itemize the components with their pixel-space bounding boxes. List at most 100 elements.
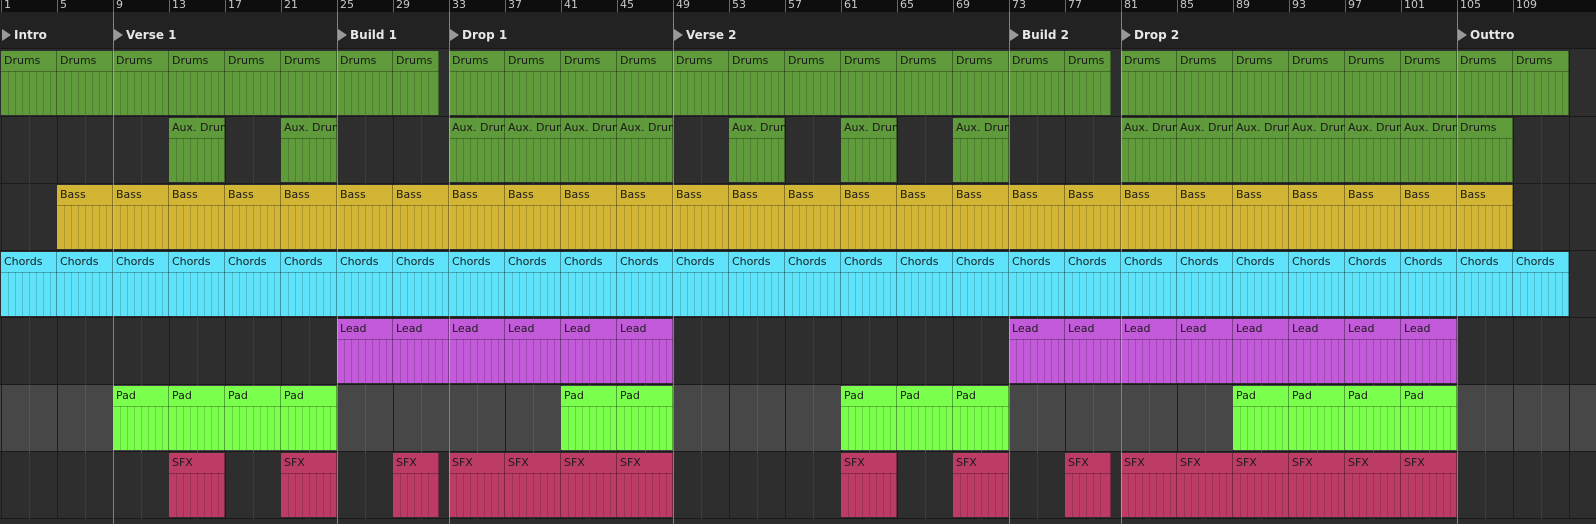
clip-chords[interactable]: Chords	[1121, 252, 1177, 316]
clip-aux[interactable]: Aux. Drums	[841, 118, 897, 182]
clip-sfx[interactable]: SFX	[1289, 453, 1345, 517]
clip-sfx[interactable]: SFX	[841, 453, 897, 517]
clip-drums[interactable]: Drums	[561, 51, 617, 115]
clip-bass[interactable]: Bass	[897, 185, 953, 249]
clip-drums[interactable]: Drums	[1065, 51, 1111, 115]
clip-pad[interactable]: Pad	[113, 386, 169, 450]
clip-bass[interactable]: Bass	[785, 185, 841, 249]
clip-drums[interactable]: Drums	[505, 51, 561, 115]
clip-drums[interactable]: Drums	[785, 51, 841, 115]
clip-sfx[interactable]: SFX	[617, 453, 673, 517]
clip-lead[interactable]: Lead	[449, 319, 505, 383]
clip-drums[interactable]: Drums	[393, 51, 439, 115]
clip-chords[interactable]: Chords	[1009, 252, 1065, 316]
clip-aux[interactable]: Aux. Drums	[1401, 118, 1457, 182]
clip-bass[interactable]: Bass	[449, 185, 505, 249]
clip-drums[interactable]: Drums	[1233, 51, 1289, 115]
clip-chords[interactable]: Chords	[1065, 252, 1121, 316]
clip-drums[interactable]: Drums	[113, 51, 169, 115]
clip-chords[interactable]: Chords	[337, 252, 393, 316]
clip-aux[interactable]: Aux. Drums	[953, 118, 1009, 182]
clip-aux[interactable]: Aux. Drums	[505, 118, 561, 182]
clip-sfx[interactable]: SFX	[449, 453, 505, 517]
bar-ruler[interactable]: 1 5 9 13 17 21 25 29 33 37 41 45 49 53 57 61 65 69 73 77 81 8…	[0, 0, 1596, 12]
clip-drums[interactable]: Drums	[1345, 51, 1401, 115]
clip-bass[interactable]: Bass	[1065, 185, 1121, 249]
clip-drums[interactable]: Drums	[449, 51, 505, 115]
clip-bass[interactable]: Bass	[113, 185, 169, 249]
clip-drums[interactable]: Drums	[57, 51, 113, 115]
clip-chords[interactable]: Chords	[1401, 252, 1457, 316]
clip-drums[interactable]: Drums	[841, 51, 897, 115]
clip-sfx[interactable]: SFX	[1121, 453, 1177, 517]
clip-aux[interactable]: Aux. Drums	[1289, 118, 1345, 182]
clip-bass[interactable]: Bass	[169, 185, 225, 249]
clip-drums[interactable]: Drums	[1009, 51, 1065, 115]
clip-drums[interactable]: Drums	[225, 51, 281, 115]
clip-aux[interactable]: Aux. Drums	[729, 118, 785, 182]
clip-drums[interactable]: Drums	[1121, 51, 1177, 115]
clip-chords[interactable]: Chords	[57, 252, 113, 316]
clip-bass[interactable]: Bass	[1401, 185, 1457, 249]
clip-bass[interactable]: Bass	[1177, 185, 1233, 249]
clip-bass[interactable]: Bass	[1289, 185, 1345, 249]
clip-pad[interactable]: Pad	[1289, 386, 1345, 450]
clip-sfx[interactable]: SFX	[169, 453, 225, 517]
clip-pad[interactable]: Pad	[225, 386, 281, 450]
clip-drums[interactable]: Drums	[169, 51, 225, 115]
clip-sfx[interactable]: SFX	[1065, 453, 1111, 517]
clip-sfx[interactable]: SFX	[1401, 453, 1457, 517]
clip-lead[interactable]: Lead	[1345, 319, 1401, 383]
clip-chords[interactable]: Chords	[1513, 252, 1569, 316]
clip-sfx[interactable]: SFX	[1345, 453, 1401, 517]
clip-bass[interactable]: Bass	[225, 185, 281, 249]
clip-chords[interactable]: Chords	[897, 252, 953, 316]
clip-lead[interactable]: Lead	[1177, 319, 1233, 383]
clip-sfx[interactable]: SFX	[953, 453, 1009, 517]
clip-bass[interactable]: Bass	[561, 185, 617, 249]
clip-sfx[interactable]: SFX	[393, 453, 439, 517]
clip-aux[interactable]: Aux. Drums	[1177, 118, 1233, 182]
clip-lead[interactable]: Lead	[1065, 319, 1121, 383]
clip-chords[interactable]: Chords	[169, 252, 225, 316]
clip-lead[interactable]: Lead	[1233, 319, 1289, 383]
clip-pad[interactable]: Pad	[617, 386, 673, 450]
clip-chords[interactable]: Chords	[1457, 252, 1513, 316]
clip-bass[interactable]: Bass	[1009, 185, 1065, 249]
clip-aux[interactable]: Aux. Drums	[449, 118, 505, 182]
clip-sfx[interactable]: SFX	[1177, 453, 1233, 517]
clip-chords[interactable]: Chords	[449, 252, 505, 316]
locator-build-2[interactable]: Build 2	[1010, 28, 1069, 42]
locator-outtro[interactable]: Outtro	[1458, 28, 1514, 42]
clip-chords[interactable]: Chords	[729, 252, 785, 316]
clip-lead[interactable]: Lead	[505, 319, 561, 383]
clip-bass[interactable]: Bass	[729, 185, 785, 249]
clip-sfx[interactable]: SFX	[505, 453, 561, 517]
clip-bass[interactable]: Bass	[953, 185, 1009, 249]
locator-build-1[interactable]: Build 1	[338, 28, 397, 42]
clip-drums[interactable]: Drums	[337, 51, 393, 115]
clip-chords[interactable]: Chords	[953, 252, 1009, 316]
clip-pad[interactable]: Pad	[561, 386, 617, 450]
clip-chords[interactable]: Chords	[673, 252, 729, 316]
clip-chords[interactable]: Chords	[1345, 252, 1401, 316]
clip-bass[interactable]: Bass	[57, 185, 113, 249]
clip-lead[interactable]: Lead	[617, 319, 673, 383]
clip-drums[interactable]: Drums	[1457, 51, 1513, 115]
clip-drums[interactable]: Drums	[1513, 51, 1569, 115]
locator-verse-1[interactable]: Verse 1	[114, 28, 177, 42]
clip-lead[interactable]: Lead	[1121, 319, 1177, 383]
clip-pad[interactable]: Pad	[897, 386, 953, 450]
clip-drums[interactable]: Drums	[673, 51, 729, 115]
clip-drums[interactable]: Drums	[281, 51, 337, 115]
locator-verse-2[interactable]: Verse 2	[674, 28, 737, 42]
clip-sfx[interactable]: SFX	[561, 453, 617, 517]
clip-lead[interactable]: Lead	[1289, 319, 1345, 383]
clip-aux[interactable]: Drums	[1457, 118, 1513, 182]
clip-chords[interactable]: Chords	[785, 252, 841, 316]
clip-aux[interactable]: Aux. Drums	[281, 118, 337, 182]
clip-chords[interactable]: Chords	[281, 252, 337, 316]
clip-lead[interactable]: Lead	[561, 319, 617, 383]
clip-pad[interactable]: Pad	[1401, 386, 1457, 450]
clip-pad[interactable]: Pad	[281, 386, 337, 450]
